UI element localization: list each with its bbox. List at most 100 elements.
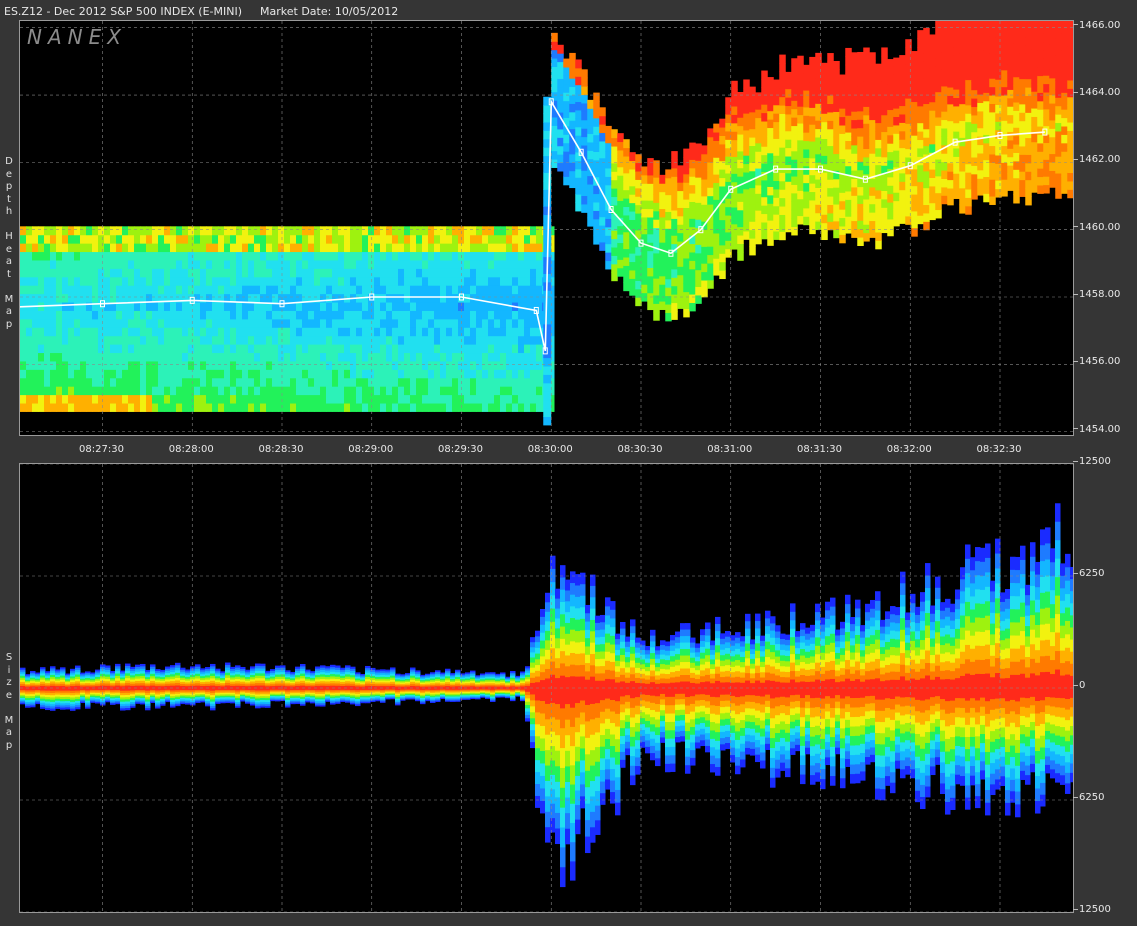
size-map-panel[interactable] <box>19 463 1074 913</box>
depth-cell <box>314 360 321 370</box>
depth-cell <box>899 130 906 140</box>
depth-cell <box>977 26 984 36</box>
depth-cell <box>32 318 39 328</box>
depth-cell <box>845 98 852 108</box>
depth-cell <box>206 394 213 404</box>
size-band-lower <box>40 688 46 691</box>
depth-cell <box>68 302 75 311</box>
depth-heat-map-panel[interactable]: NANEX <box>19 20 1074 436</box>
depth-cell <box>623 181 630 191</box>
depth-cell <box>575 177 582 187</box>
depth-cell <box>164 268 171 278</box>
depth-cell <box>302 386 309 396</box>
depth-cell <box>755 184 762 194</box>
depth-cell <box>446 377 453 387</box>
depth-cell <box>98 352 105 362</box>
depth-cell <box>314 285 321 295</box>
depth-cell <box>284 251 291 261</box>
depth-cell <box>971 123 978 133</box>
depth-cell <box>122 377 129 387</box>
depth-cell <box>512 344 519 354</box>
depth-cell <box>917 55 924 65</box>
depth-cell <box>20 276 27 286</box>
depth-cell <box>1061 184 1068 194</box>
depth-cell <box>965 37 972 47</box>
depth-cell <box>482 352 489 362</box>
depth-cell <box>284 259 291 269</box>
depth-cell <box>518 377 525 387</box>
depth-cell <box>797 139 804 149</box>
depth-cell <box>530 243 537 253</box>
depth-cell <box>536 276 543 286</box>
depth-cell <box>368 243 375 253</box>
depth-cell <box>314 310 321 320</box>
depth-cell <box>593 117 600 127</box>
depth-cell <box>416 369 423 379</box>
size-band-lower <box>95 688 101 691</box>
depth-cell <box>308 369 315 379</box>
depth-cell <box>1007 148 1014 158</box>
depth-cell <box>701 271 708 281</box>
depth-cell <box>452 360 459 370</box>
depth-cell <box>827 86 834 96</box>
depth-cell <box>368 234 375 244</box>
depth-cell <box>290 360 297 370</box>
depth-cell <box>350 259 357 269</box>
depth-cell <box>284 318 291 328</box>
depth-cell <box>881 140 888 149</box>
depth-cell <box>977 178 984 188</box>
depth-cell <box>605 226 612 236</box>
depth-cell <box>785 223 792 233</box>
depth-cell <box>170 226 177 236</box>
depth-cell <box>887 143 894 153</box>
depth-cell <box>224 276 231 286</box>
depth-cell <box>543 391 552 401</box>
depth-cell <box>543 315 552 325</box>
depth-cell <box>134 310 141 320</box>
depth-cell <box>1049 69 1056 79</box>
depth-cell <box>254 386 261 396</box>
depth-cell <box>68 377 75 387</box>
top_chart_label-letter <box>2 219 16 232</box>
depth-cell <box>428 344 435 354</box>
depth-cell <box>917 164 924 174</box>
depth-cell <box>362 344 369 354</box>
depth-cell <box>176 360 183 370</box>
depth-cell <box>428 285 435 295</box>
depth-cell <box>845 106 852 116</box>
depth-cell <box>605 243 612 253</box>
size-map-svg[interactable] <box>20 464 1073 912</box>
depth-cell <box>524 394 531 404</box>
depth-cell <box>581 102 588 112</box>
depth-cell <box>743 121 750 131</box>
depth-cell <box>1037 84 1044 93</box>
depth-cell <box>290 226 297 236</box>
depth-cell <box>200 268 207 278</box>
depth-cell <box>929 194 936 204</box>
depth-cell <box>20 285 27 295</box>
depth-cell <box>683 182 690 192</box>
depth-cell <box>809 149 816 159</box>
depth-cell <box>791 58 798 68</box>
depth-cell <box>350 403 357 412</box>
depth-cell <box>356 226 363 236</box>
depth-cell <box>86 369 93 379</box>
depth-cell <box>92 259 99 269</box>
depth-cell <box>755 201 762 211</box>
depth-cell <box>683 274 690 284</box>
depth-cell <box>839 125 846 134</box>
depth-cell <box>707 271 714 281</box>
depth-cell <box>743 214 750 224</box>
depth-cell <box>1013 85 1020 95</box>
depth-heat-map-svg[interactable] <box>20 21 1073 435</box>
depth-cell <box>581 94 588 104</box>
depth-cell <box>386 335 393 345</box>
depth-cell <box>254 276 261 286</box>
depth-cell <box>947 103 954 113</box>
depth-cell <box>581 128 588 138</box>
depth-cell <box>284 386 291 396</box>
depth-cell <box>278 276 285 286</box>
depth-cell <box>266 318 273 328</box>
depth-cell <box>476 403 483 412</box>
depth-cell <box>206 310 213 320</box>
